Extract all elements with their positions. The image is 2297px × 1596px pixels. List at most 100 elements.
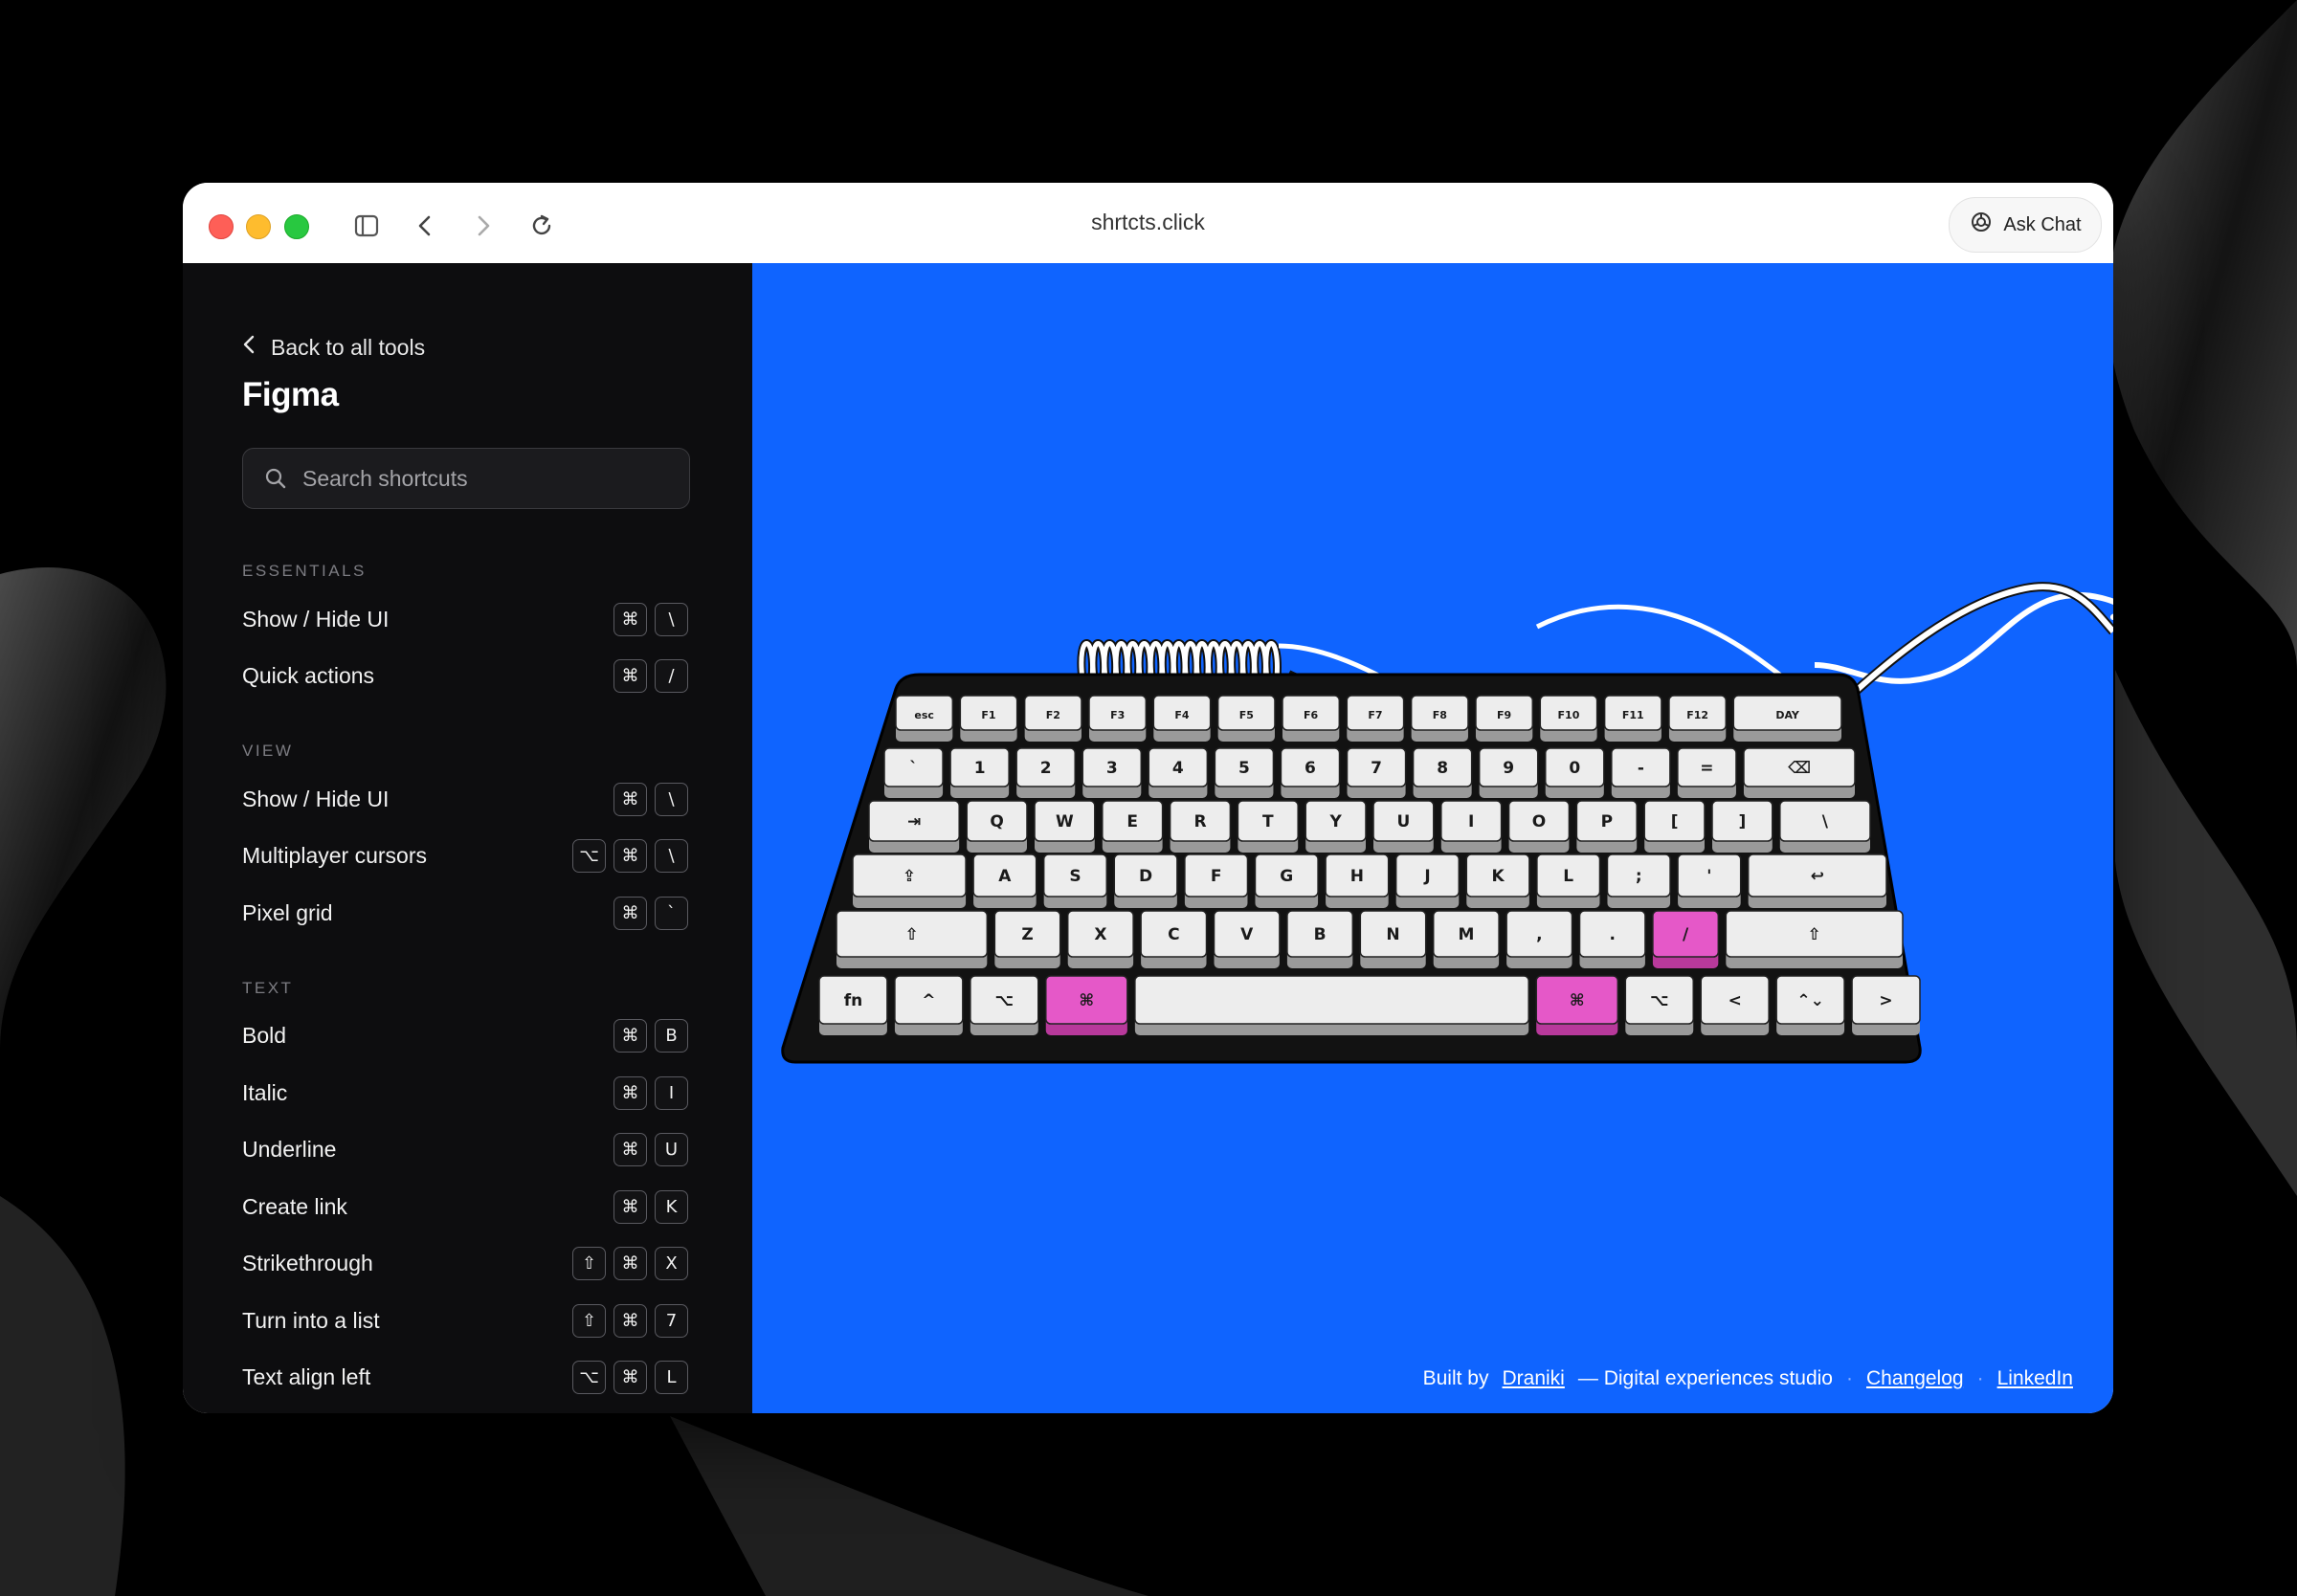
keycap-label: F9 bbox=[1497, 709, 1511, 721]
back-link-label: Back to all tools bbox=[271, 334, 426, 360]
search-input[interactable] bbox=[301, 464, 668, 493]
keyboard-key: D bbox=[1113, 853, 1178, 908]
keyboard-key-highlighted: ⌘ bbox=[1045, 975, 1128, 1035]
keyboard-key: 9 bbox=[1478, 747, 1539, 798]
keyboard-key: F11 bbox=[1603, 695, 1662, 742]
keyboard-key: ⌥ bbox=[970, 975, 1039, 1035]
keycap-label: ⇧ bbox=[1808, 925, 1821, 944]
back-to-tools-link[interactable]: Back to all tools bbox=[242, 334, 425, 361]
keyboard-key: F12 bbox=[1668, 695, 1728, 742]
draniki-link[interactable]: Draniki bbox=[1503, 1367, 1565, 1390]
keyboard-key: F6 bbox=[1282, 695, 1341, 742]
shortcut-row[interactable]: Pixel grid ⌘ ` bbox=[242, 894, 688, 932]
keyboard-key: F3 bbox=[1088, 695, 1148, 742]
keyboard-key: L bbox=[1536, 853, 1601, 908]
keyboard-key: H bbox=[1325, 853, 1390, 908]
keycap-label: ] bbox=[1739, 812, 1747, 831]
keycap: ⌘ bbox=[613, 1360, 647, 1394]
keycap-label: U bbox=[1396, 812, 1410, 831]
shortcut-row[interactable]: Italic ⌘ I bbox=[242, 1074, 688, 1112]
keycap-label: 3 bbox=[1106, 759, 1118, 778]
keycap-label: ⌫ bbox=[1788, 759, 1811, 778]
keyboard-key: > bbox=[1851, 975, 1921, 1035]
keyboard-stage: esc F1 F2 F3 F4 F5 F6 F7 F8 F9 F10 F11 F12 DAY ` 1 2 3 4 5 6… bbox=[752, 263, 2113, 1413]
keycap-label: fn bbox=[844, 991, 863, 1010]
keycap-label: F10 bbox=[1558, 709, 1580, 721]
keycap: ⌘ bbox=[613, 602, 647, 636]
keycap-label: E bbox=[1126, 812, 1138, 831]
keycap: ⌘ bbox=[613, 838, 647, 873]
shortcut-row[interactable]: Create link ⌘ K bbox=[242, 1187, 688, 1226]
keyboard-key bbox=[1134, 975, 1529, 1035]
keyboard-key: ` bbox=[883, 747, 944, 798]
shortcut-label: Italic bbox=[242, 1079, 288, 1105]
shortcut-row[interactable]: Turn into a list ⇧ ⌘ 7 bbox=[242, 1301, 688, 1340]
keycap: \ bbox=[655, 838, 688, 873]
shortcuts-sidebar: Back to all tools Figma ESSENTIALS Show … bbox=[183, 263, 752, 1413]
keycap-label: ⇧ bbox=[905, 925, 919, 944]
browser-window: shrtcts.click Ask Chat Back to all tools… bbox=[183, 183, 2113, 1413]
shortcut-label: Strikethrough bbox=[242, 1250, 373, 1275]
keycap: ⌥ bbox=[572, 1360, 606, 1394]
keycap-label: ⇥ bbox=[907, 812, 921, 831]
shortcut-row[interactable]: Quick actions ⌘ / bbox=[242, 656, 688, 695]
shortcut-label: Create link bbox=[242, 1193, 347, 1219]
keycap-label: F3 bbox=[1110, 709, 1125, 721]
keyboard-key: esc bbox=[895, 695, 954, 742]
footer-studio-desc: — Digital experiences studio bbox=[1577, 1367, 1833, 1389]
keycap-label: ⌘ bbox=[1570, 991, 1585, 1010]
keyboard-key: ; bbox=[1606, 853, 1671, 908]
keycap-label: D bbox=[1139, 867, 1152, 886]
keyboard-key: ⇪ bbox=[852, 853, 967, 908]
keyboard-key: - bbox=[1611, 747, 1671, 798]
keycap: ⌘ bbox=[613, 1018, 647, 1053]
section-label-view: VIEW bbox=[242, 742, 294, 760]
keyboard-key: = bbox=[1677, 747, 1737, 798]
shortcut-row[interactable]: Underline ⌘ U bbox=[242, 1130, 688, 1168]
keyboard-key: S bbox=[1042, 853, 1108, 908]
chat-logo-icon bbox=[1969, 210, 1994, 240]
keyboard-key: F1 bbox=[959, 695, 1018, 742]
keyboard-key: M bbox=[1432, 910, 1500, 968]
keycap: \ bbox=[655, 782, 688, 816]
address-bar-url[interactable]: shrtcts.click bbox=[183, 210, 2113, 235]
keycap-label: F4 bbox=[1174, 709, 1190, 721]
ask-chat-button[interactable]: Ask Chat bbox=[1949, 197, 2102, 253]
keycap: ⌘ bbox=[613, 1075, 647, 1110]
shortcut-row[interactable]: Text align left ⌥ ⌘ L bbox=[242, 1358, 688, 1396]
keycap: ⌘ bbox=[613, 1189, 647, 1224]
keycap-label: 8 bbox=[1437, 759, 1448, 778]
keycap-label: M bbox=[1458, 925, 1474, 944]
shortcut-row[interactable]: Show / Hide UI ⌘ \ bbox=[242, 780, 688, 818]
keyboard-key: Y bbox=[1305, 800, 1367, 853]
footer-built-by: Built by bbox=[1422, 1367, 1489, 1389]
keycap-label: A bbox=[998, 867, 1012, 886]
shortcut-label: Text align left bbox=[242, 1363, 371, 1389]
changelog-link[interactable]: Changelog bbox=[1866, 1367, 1964, 1390]
keyboard-key: F8 bbox=[1410, 695, 1469, 742]
keyboard-key: ⌃⌄ bbox=[1775, 975, 1845, 1035]
keyboard-key: F2 bbox=[1023, 695, 1082, 742]
keycap-label: C bbox=[1168, 925, 1179, 944]
keycap-label: . bbox=[1609, 925, 1615, 944]
shortcut-row[interactable]: Strikethrough ⇧ ⌘ X bbox=[242, 1244, 688, 1282]
search-icon bbox=[265, 468, 286, 489]
shortcut-row[interactable]: Bold ⌘ B bbox=[242, 1016, 688, 1054]
keyboard-key: ↩ bbox=[1747, 853, 1887, 908]
keycap-label: DAY bbox=[1775, 709, 1800, 721]
shortcut-row[interactable]: Multiplayer cursors ⌥ ⌘ \ bbox=[242, 836, 688, 875]
search-box[interactable] bbox=[242, 448, 690, 509]
keycap: 7 bbox=[655, 1303, 688, 1338]
browser-titlebar: shrtcts.click Ask Chat bbox=[183, 183, 2113, 264]
keyboard-key: U bbox=[1372, 800, 1435, 853]
keyboard-key: , bbox=[1505, 910, 1573, 968]
shortcut-row[interactable]: Show / Hide UI ⌘ \ bbox=[242, 600, 688, 638]
keyboard-key-highlighted: / bbox=[1652, 910, 1720, 968]
chevron-left-icon bbox=[242, 334, 256, 361]
keyboard-key: 6 bbox=[1280, 747, 1341, 798]
linkedin-link[interactable]: LinkedIn bbox=[1997, 1367, 2073, 1390]
keycap-label: 4 bbox=[1172, 759, 1184, 778]
keycap-label: ' bbox=[1706, 867, 1711, 886]
keycap-label: ⌃⌄ bbox=[1796, 991, 1824, 1010]
keycap: I bbox=[655, 1075, 688, 1110]
